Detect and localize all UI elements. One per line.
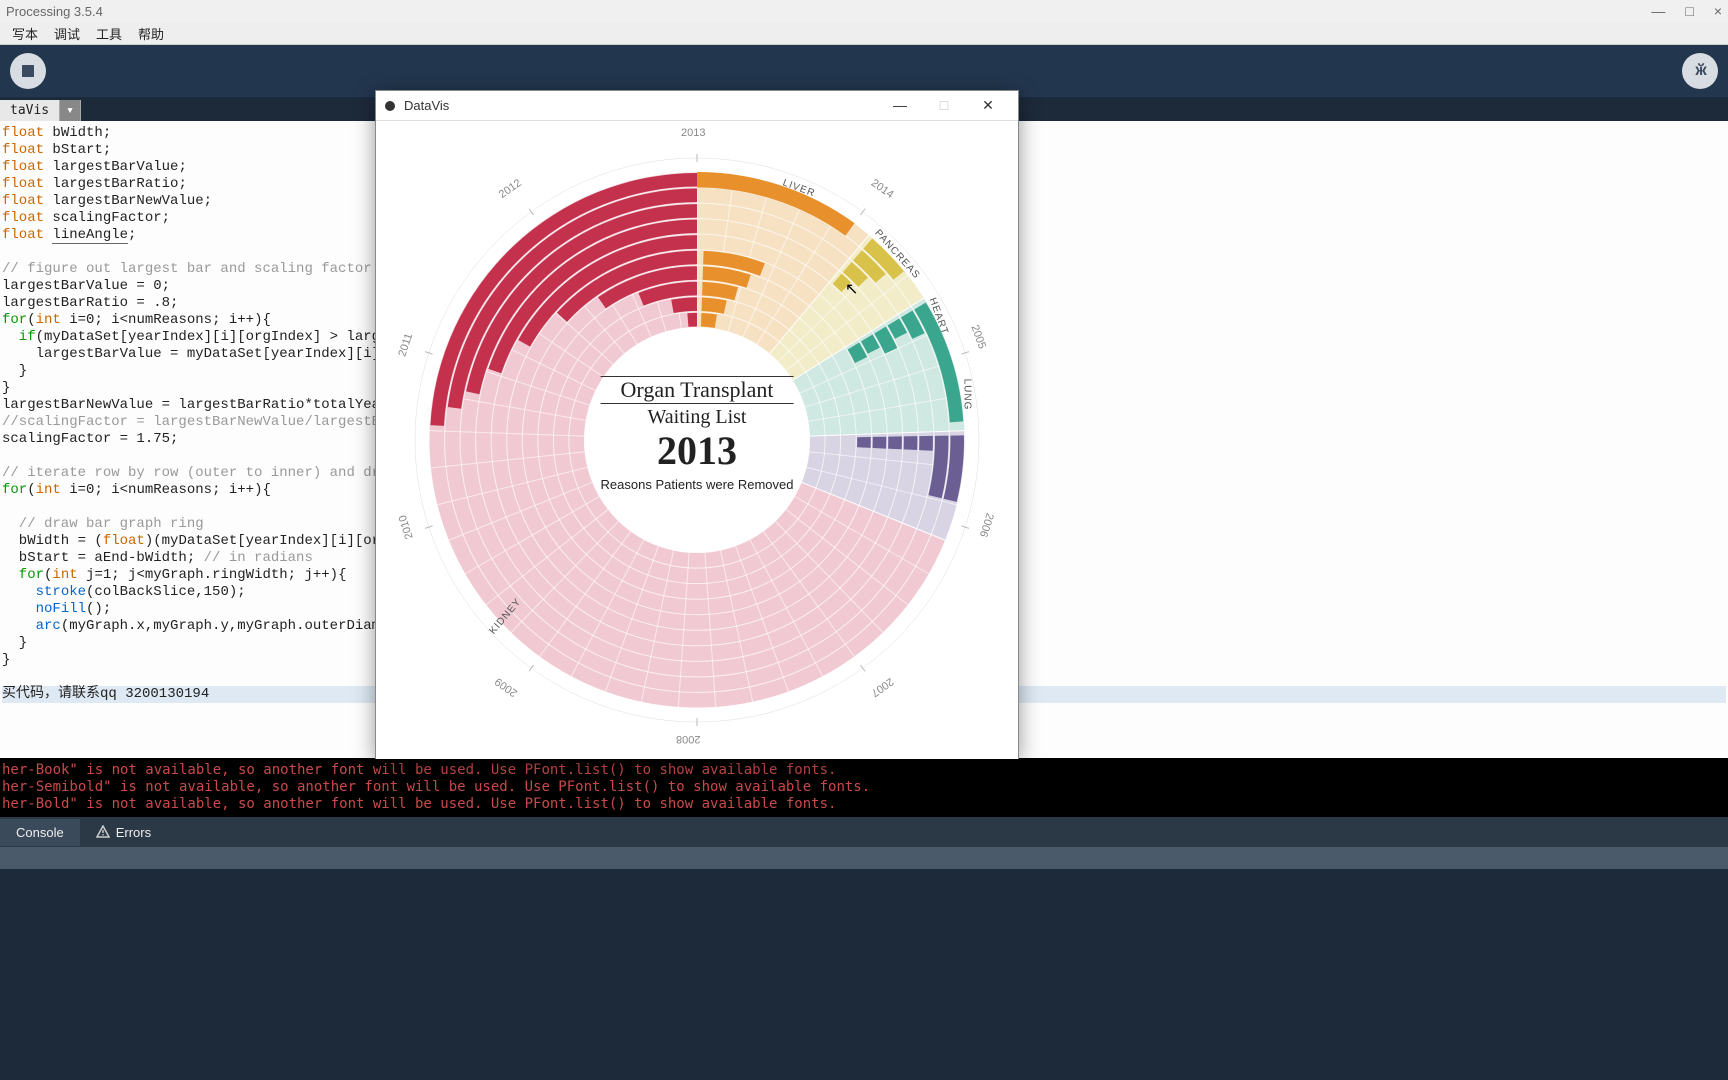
window-maximize[interactable]: □ [1685, 3, 1693, 19]
window-close[interactable]: × [1714, 3, 1722, 19]
year-label: 2008 [676, 733, 700, 745]
tab-errors[interactable]: Errors [80, 819, 167, 846]
app-title: Processing 3.5.4 [6, 4, 103, 19]
sketch-close[interactable]: ✕ [966, 97, 1010, 114]
year-label: 2013 [681, 127, 705, 139]
window-titlebar: Processing 3.5.4 — □ × [0, 0, 1728, 22]
butterfly-icon: ӂ [1695, 62, 1704, 80]
debug-button[interactable]: ӂ [1682, 53, 1718, 89]
menu-bar: 写本 调试 工具 帮助 [0, 22, 1728, 45]
status-bar [0, 847, 1728, 869]
console-output: her-Book" is not available, so another f… [0, 758, 1728, 817]
sketch-title-text: DataVis [404, 98, 449, 113]
window-minimize[interactable]: — [1651, 3, 1665, 19]
warning-icon [96, 825, 110, 839]
organ-label: LUNG [961, 379, 972, 411]
chart-center-label: Organ Transplant Waiting List 2013 Reaso… [601, 376, 794, 492]
tab-datavis[interactable]: taVis [0, 100, 60, 121]
footer-tabs: Console Errors [0, 817, 1728, 847]
menu-debug[interactable]: 调试 [46, 24, 88, 43]
tab-dropdown[interactable]: ▾ [60, 100, 81, 121]
sketch-icon [384, 100, 396, 112]
sketch-minimize[interactable]: — [878, 97, 922, 114]
sketch-titlebar[interactable]: DataVis — □ ✕ [376, 91, 1018, 121]
sketch-maximize[interactable]: □ [922, 97, 966, 114]
stop-icon [22, 65, 34, 77]
sketch-window: DataVis — □ ✕ Organ Transplant Waiting L… [375, 90, 1019, 759]
menu-help[interactable]: 帮助 [130, 24, 172, 43]
menu-tools[interactable]: 工具 [88, 24, 130, 43]
stop-button[interactable] [10, 53, 46, 89]
sketch-canvas: Organ Transplant Waiting List 2013 Reaso… [376, 121, 1018, 759]
tab-console[interactable]: Console [0, 819, 80, 846]
menu-file[interactable]: 写本 [4, 24, 46, 43]
